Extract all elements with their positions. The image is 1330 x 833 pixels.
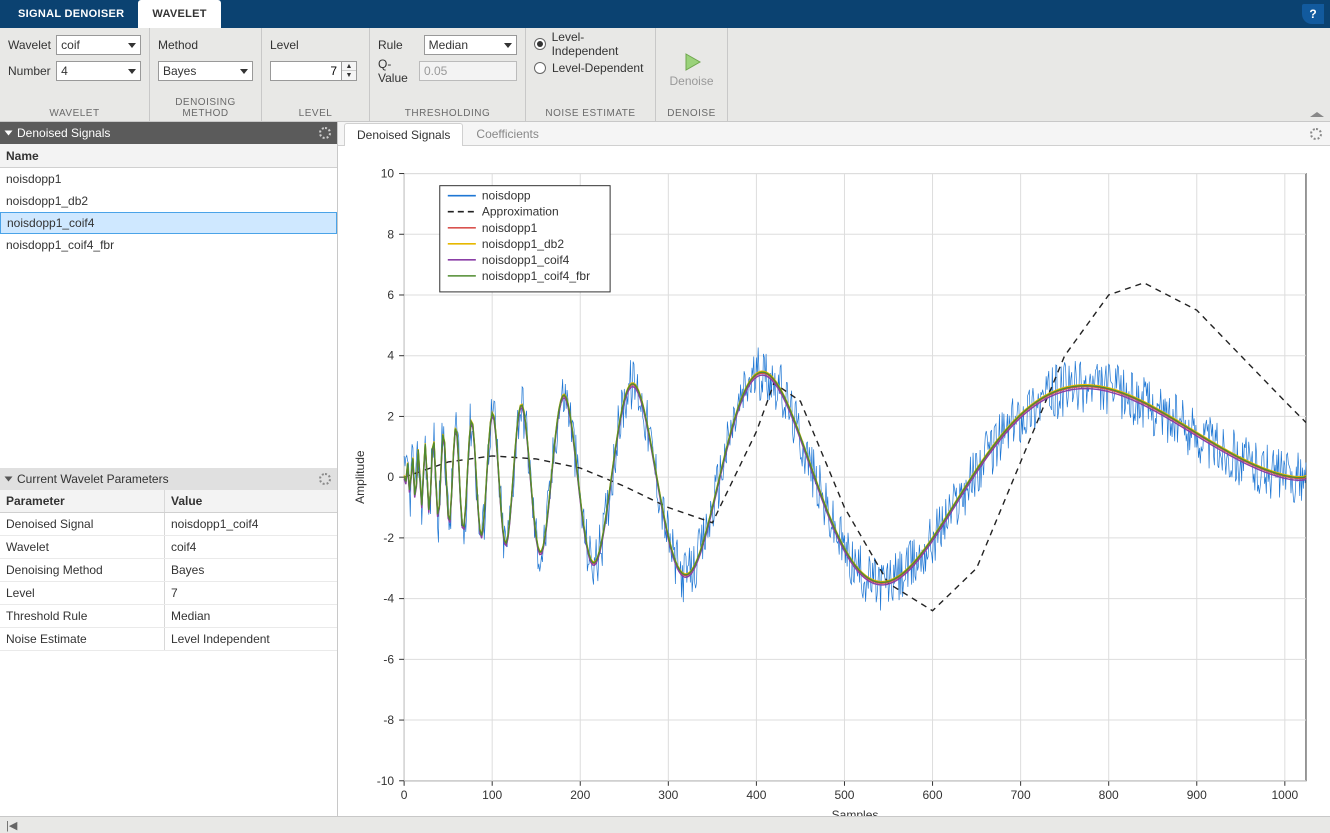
svg-text:800: 800 (1099, 788, 1119, 802)
svg-text:noisdopp: noisdopp (482, 189, 531, 203)
denoise-button[interactable]: Denoise (659, 48, 723, 92)
play-icon (682, 52, 702, 72)
section-label-noise: NOISE ESTIMATE (534, 108, 647, 119)
list-item[interactable]: noisdopp1 (0, 168, 337, 190)
gear-icon[interactable] (319, 127, 331, 139)
svg-text:noisdopp1_coif4: noisdopp1_coif4 (482, 253, 570, 267)
collapse-triangle-icon (5, 131, 13, 136)
svg-text:8: 8 (387, 227, 394, 241)
svg-text:700: 700 (1011, 788, 1031, 802)
toolstrip: Wavelet coif Number 4 WAVELET Method Bay… (0, 28, 1330, 122)
svg-text:Samples: Samples (832, 808, 879, 816)
section-label-level: LEVEL (270, 108, 361, 119)
svg-text:-8: -8 (383, 713, 394, 727)
tab-coefficients[interactable]: Coefficients (463, 122, 551, 145)
radio-level-independent[interactable]: Level-Independent (534, 34, 647, 54)
caret-icon (240, 69, 248, 74)
svg-text:-6: -6 (383, 652, 394, 666)
table-row: Waveletcoif4 (0, 536, 337, 559)
section-label-wavelet: WAVELET (8, 108, 141, 119)
table-row: Denoised Signalnoisdopp1_coif4 (0, 513, 337, 536)
spinner-up-icon[interactable]: ▲ (342, 62, 356, 71)
svg-text:noisdopp1_coif4_fbr: noisdopp1_coif4_fbr (482, 269, 590, 283)
collapse-icon[interactable] (1310, 111, 1324, 117)
tab-denoised-signals[interactable]: Denoised Signals (344, 123, 463, 146)
denoised-signals-list: noisdopp1noisdopp1_db2noisdopp1_coif4noi… (0, 168, 337, 468)
combo-rule[interactable]: Median (424, 35, 517, 55)
table-row: Threshold RuleMedian (0, 605, 337, 628)
list-item[interactable]: noisdopp1_coif4_fbr (0, 234, 337, 256)
combo-wavelet[interactable]: coif (56, 35, 141, 55)
panel-parameters-header[interactable]: Current Wavelet Parameters (0, 468, 337, 490)
status-bar: |◀ (0, 816, 1330, 833)
label-wavelet: Wavelet (8, 38, 52, 52)
caret-icon (128, 43, 136, 48)
svg-text:300: 300 (658, 788, 678, 802)
tab-signal-denoiser[interactable]: SIGNAL DENOISER (4, 0, 138, 28)
svg-text:Amplitude: Amplitude (353, 450, 367, 504)
panel-denoised-signals-header[interactable]: Denoised Signals (0, 122, 337, 144)
column-name-header: Name (0, 144, 337, 168)
caret-icon (128, 69, 136, 74)
label-method: Method (158, 38, 198, 52)
svg-text:0: 0 (387, 470, 394, 484)
section-label-method: DENOISING METHOD (158, 97, 253, 119)
caret-icon (504, 43, 512, 48)
svg-text:1000: 1000 (1271, 788, 1298, 802)
parameters-table: Denoised Signalnoisdopp1_coif4Waveletcoi… (0, 513, 337, 816)
svg-text:Approximation: Approximation (482, 205, 559, 219)
svg-text:4: 4 (387, 349, 394, 363)
list-item[interactable]: noisdopp1_db2 (0, 190, 337, 212)
table-row: Noise EstimateLevel Independent (0, 628, 337, 651)
sidebar: Denoised Signals Name noisdopp1noisdopp1… (0, 122, 338, 816)
signal-plot[interactable]: 01002003004005006007008009001000-10-8-6-… (348, 154, 1320, 816)
combo-method[interactable]: Bayes (158, 61, 253, 81)
svg-text:500: 500 (834, 788, 854, 802)
svg-text:600: 600 (923, 788, 943, 802)
table-row: Level7 (0, 582, 337, 605)
gear-icon[interactable] (319, 473, 331, 485)
radio-icon (534, 62, 546, 74)
svg-text:100: 100 (482, 788, 502, 802)
section-label-denoise: DENOISE (664, 108, 719, 119)
svg-text:noisdopp1: noisdopp1 (482, 221, 538, 235)
section-label-threshold: THRESHOLDING (378, 108, 517, 119)
prev-icon[interactable]: |◀ (6, 819, 17, 832)
spinner-down-icon[interactable]: ▼ (342, 71, 356, 80)
input-level[interactable] (270, 61, 342, 81)
label-rule: Rule (378, 38, 420, 52)
svg-text:0: 0 (401, 788, 408, 802)
svg-text:-2: -2 (383, 531, 394, 545)
list-item[interactable]: noisdopp1_coif4 (0, 212, 337, 234)
help-button[interactable]: ? (1302, 4, 1324, 24)
column-value-header: Value (165, 490, 337, 512)
combo-number[interactable]: 4 (56, 61, 141, 81)
spinner-level[interactable]: ▲▼ (270, 61, 357, 81)
label-level: Level (270, 38, 299, 52)
svg-text:400: 400 (746, 788, 766, 802)
svg-text:2: 2 (387, 409, 394, 423)
svg-text:-10: -10 (377, 774, 395, 788)
svg-text:10: 10 (381, 167, 395, 181)
table-row: Denoising MethodBayes (0, 559, 337, 582)
label-number: Number (8, 64, 52, 78)
column-parameter-header: Parameter (0, 490, 165, 512)
svg-text:900: 900 (1187, 788, 1207, 802)
collapse-triangle-icon (5, 477, 13, 482)
input-qvalue (419, 61, 517, 81)
svg-text:-4: -4 (383, 592, 394, 606)
tab-wavelet[interactable]: WAVELET (138, 0, 220, 28)
gear-icon[interactable] (1310, 128, 1322, 140)
main-panel: Denoised Signals Coefficients 0100200300… (338, 122, 1330, 816)
radio-level-dependent[interactable]: Level-Dependent (534, 58, 647, 78)
svg-text:6: 6 (387, 288, 394, 302)
label-qvalue: Q-Value (378, 57, 415, 85)
main-tab-strip: Denoised Signals Coefficients (338, 122, 1330, 146)
svg-text:noisdopp1_db2: noisdopp1_db2 (482, 237, 565, 251)
svg-text:200: 200 (570, 788, 590, 802)
radio-icon (534, 38, 546, 50)
app-tab-bar: SIGNAL DENOISER WAVELET ? (0, 0, 1330, 28)
